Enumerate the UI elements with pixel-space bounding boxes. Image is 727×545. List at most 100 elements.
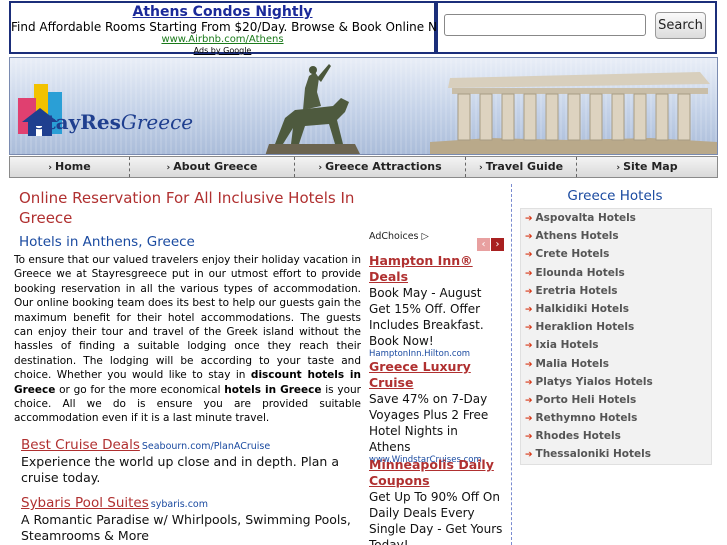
arrow-right-icon: ➔ — [525, 359, 533, 370]
text-ad-title-link[interactable]: Sybaris Pool Suites — [21, 495, 149, 511]
sidebar-item-label: Aspovalta Hotels — [535, 212, 636, 224]
top-ad-banner[interactable]: Athens Condos Nightly Find Affordable Ro… — [9, 1, 459, 56]
sidebar-hotel-list: ➔ Aspovalta Hotels ➔ Athens Hotels ➔ Crete … — [520, 208, 712, 465]
nav-arrow-icon: › — [478, 163, 483, 173]
sidebar-item-label: Ixia Hotels — [535, 339, 599, 352]
arrow-right-icon: ➔ — [525, 414, 533, 425]
nav-item-label: Travel Guide — [485, 160, 564, 173]
top-ad-description: Find Affordable Rooms Starting From $20/… — [11, 20, 459, 34]
nav-item-home[interactable]: › Home — [10, 157, 130, 177]
search-panel: Search — [436, 1, 717, 54]
sidebar-item-label: Athens Hotels — [535, 230, 619, 243]
text-ad[interactable]: Best Cruise Deals Seabourn.com/PlanACruis… — [21, 434, 361, 486]
equestrian-statue-image — [265, 64, 360, 154]
sidebar-item-label: Heraklion Hotels — [535, 321, 635, 334]
sidebar-item-label: Rhodes Hotels — [535, 430, 621, 443]
arrow-right-icon: ➔ — [525, 432, 533, 443]
sidebar-item-crete[interactable]: ➔ Crete Hotels — [521, 245, 711, 263]
chevron-right-icon[interactable]: › — [491, 238, 504, 251]
nav-item-travel-guide[interactable]: › Travel Guide — [466, 157, 577, 177]
logo-brand-suffix: Greece — [120, 110, 194, 134]
sidebar-item-label: Rethymno Hotels — [535, 412, 638, 425]
sidebar-item-elounda[interactable]: ➔ Elounda Hotels — [521, 264, 711, 282]
side-ad-description: Get Up To 90% Off On Daily Deals Every S… — [369, 490, 503, 545]
ads-by-google-link[interactable]: Ads by Google — [11, 46, 434, 56]
main-navigation: › Home › About Greece › Greece Attractions … — [9, 156, 718, 178]
top-ad-title-link[interactable]: Athens Condos Nightly — [11, 4, 434, 20]
side-ad[interactable]: Greece Luxury Cruise Save 47% on 7-Day V… — [369, 359, 503, 466]
arrow-right-icon: ➔ — [525, 450, 533, 461]
sidebar-item-label: Elounda Hotels — [535, 266, 625, 279]
top-ad-url-link[interactable]: www.Airbnb.com/Athens — [11, 34, 434, 46]
ad-column: AdChoices ▷ ‹ › Hampton Inn® Deals Book M… — [367, 231, 513, 545]
search-button[interactable]: Search — [655, 12, 706, 39]
sidebar-item-label: Halkidiki Hotels — [535, 302, 629, 315]
sidebar-item-porto-heli[interactable]: ➔ Porto Heli Hotels — [521, 391, 711, 409]
section-heading: Hotels in Anthens, Greece — [19, 234, 195, 250]
side-ad-description: Book May - August Get 15% Off. Offer Inc… — [369, 286, 484, 348]
text-ad-url-link[interactable]: sybaris.com — [151, 499, 208, 510]
nav-arrow-icon: › — [318, 163, 323, 173]
side-ad-description: Save 47% on 7-Day Voyages Plus 2 Free Ho… — [369, 392, 489, 454]
sidebar-item-halkidiki[interactable]: ➔ Halkidiki Hotels — [521, 300, 711, 318]
sidebar-item-ixia[interactable]: ➔ Ixia Hotels — [521, 336, 711, 354]
sidebar-item-label: Porto Heli Hotels — [535, 393, 637, 406]
nav-item-label: About Greece — [173, 160, 258, 173]
logo-text[interactable]: StayResGreece — [32, 110, 193, 134]
logo-brand: StayRes — [32, 110, 121, 134]
top-bar: Athens Condos Nightly Find Affordable Ro… — [0, 0, 727, 56]
chevron-left-icon[interactable]: ‹ — [477, 238, 490, 251]
sidebar-item-label: Eretria Hotels — [535, 284, 618, 297]
arrow-right-icon: ➔ — [525, 377, 533, 388]
arrow-right-icon: ➔ — [525, 395, 533, 406]
arrow-right-icon: ➔ — [525, 268, 533, 279]
sidebar-item-platys-yialos[interactable]: ➔ Platys Yialos Hotels — [521, 373, 711, 391]
nav-arrow-icon: › — [616, 163, 621, 173]
arrow-right-icon: ➔ — [525, 323, 533, 334]
text-ad-url-link[interactable]: Seabourn.com/PlanACruise — [142, 441, 270, 452]
text-ad-description: A Romantic Paradise w/ Whirlpools, Swimm… — [21, 512, 351, 543]
intro-keyword-hotels: hotels in Greece — [224, 383, 322, 396]
sidebar-item-label: Malia Hotels — [535, 357, 610, 370]
text-ad-title-link[interactable]: Best Cruise Deals — [21, 437, 140, 453]
ad-nav-arrows: ‹ › — [477, 232, 504, 251]
adchoices-link[interactable]: AdChoices ▷ — [369, 231, 429, 242]
text-ad-description: Experience the world up close and in dep… — [21, 454, 339, 485]
nav-item-label: Home — [55, 160, 91, 173]
sidebar-item-label: Platys Yialos Hotels — [535, 375, 653, 388]
side-ad-title-link[interactable]: Minneapolis Daily Coupons — [369, 457, 503, 489]
sidebar-item-rethymno[interactable]: ➔ Rethymno Hotels — [521, 409, 711, 427]
nav-item-about-greece[interactable]: › About Greece — [130, 157, 295, 177]
nav-item-site-map[interactable]: › Site Map — [577, 157, 717, 177]
side-ad[interactable]: Hampton Inn® Deals Book May - August Get… — [369, 253, 503, 360]
main-area: Online Reservation For All Inclusive Hot… — [9, 181, 718, 545]
nav-item-label: Site Map — [623, 160, 678, 173]
nav-item-label: Greece Attractions — [325, 160, 442, 173]
side-ad-title-link[interactable]: Greece Luxury Cruise — [369, 359, 503, 391]
nav-arrow-icon: › — [166, 163, 171, 173]
sidebar-item-aspovalta[interactable]: ➔ Aspovalta Hotels — [521, 209, 711, 227]
nav-arrow-icon: › — [48, 163, 53, 173]
nav-item-greece-attractions[interactable]: › Greece Attractions — [295, 157, 466, 177]
text-ad[interactable]: Sybaris Pool Suites sybaris.com A Romanti… — [21, 492, 361, 544]
sidebar-item-rhodes[interactable]: ➔ Rhodes Hotels — [521, 427, 711, 445]
sidebar-item-heraklion[interactable]: ➔ Heraklion Hotels — [521, 318, 711, 336]
side-ad-title-link[interactable]: Hampton Inn® Deals — [369, 253, 503, 285]
site-banner: StayResGreece — [9, 57, 718, 155]
arrow-right-icon: ➔ — [525, 232, 533, 243]
sidebar-item-thessaloniki[interactable]: ➔ Thessaloniki Hotels — [521, 445, 711, 463]
sidebar-item-label: Thessaloniki Hotels — [535, 448, 652, 461]
sidebar-item-athens[interactable]: ➔ Athens Hotels — [521, 227, 711, 245]
arrow-right-icon: ➔ — [525, 214, 533, 224]
search-input[interactable] — [444, 14, 646, 36]
arrow-right-icon: ➔ — [525, 304, 533, 315]
sidebar-item-label: Crete Hotels — [535, 248, 610, 261]
arrow-right-icon: ➔ — [525, 341, 533, 352]
sidebar-item-malia[interactable]: ➔ Malia Hotels — [521, 355, 711, 373]
side-ad[interactable]: Minneapolis Daily Coupons Get Up To 90% … — [369, 457, 503, 545]
intro-text: or go for the more economical — [55, 383, 225, 396]
sidebar-item-eretria[interactable]: ➔ Eretria Hotels — [521, 282, 711, 300]
parthenon-image — [430, 72, 717, 154]
intro-text: To ensure that our valued travelers enjo… — [14, 254, 361, 382]
intro-paragraph: To ensure that our valued travelers enjo… — [14, 253, 361, 426]
